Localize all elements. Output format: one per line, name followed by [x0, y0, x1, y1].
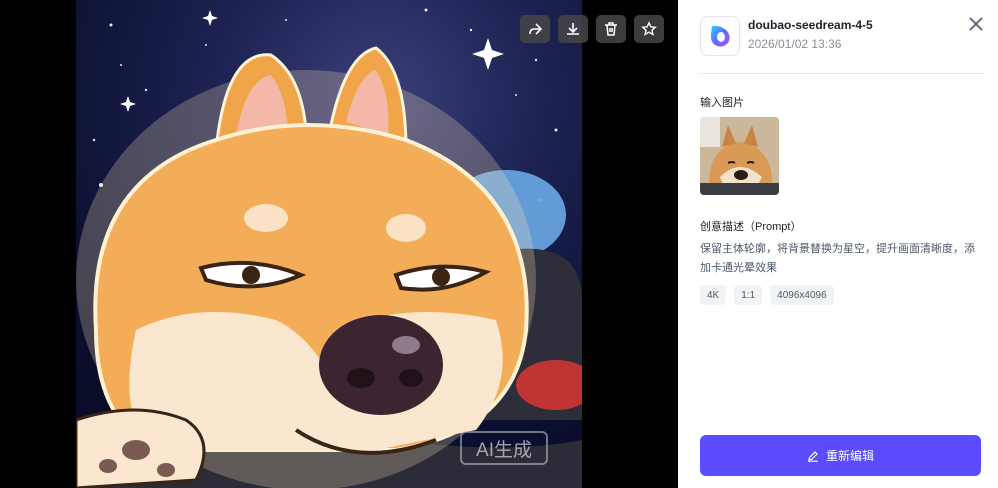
generation-timestamp: 2026/01/02 13:36 — [748, 37, 842, 51]
share-icon — [529, 23, 543, 35]
ai-generated-watermark: AI生成 — [460, 431, 548, 465]
divider — [700, 73, 983, 74]
size-tag: 4096x4096 — [770, 285, 834, 305]
detail-panel: doubao-seedream-4-5 2026/01/02 13:36 输入图… — [678, 0, 998, 488]
delete-icon — [605, 22, 617, 36]
delete-button[interactable] — [596, 15, 626, 43]
shiba-photo — [700, 117, 779, 195]
download-button[interactable] — [558, 15, 588, 43]
input-image-label: 输入图片 — [700, 97, 744, 109]
close-icon — [969, 17, 983, 31]
favorite-button[interactable] — [634, 15, 664, 43]
share-button[interactable] — [520, 15, 550, 43]
re-edit-label: 重新编辑 — [825, 449, 874, 463]
model-name: doubao-seedream-4-5 — [748, 18, 873, 32]
resolution-tag: 4K — [700, 285, 727, 305]
prompt-label: 创意描述（Prompt） — [700, 221, 802, 233]
input-image-thumbnail[interactable] — [700, 117, 779, 195]
generated-image: AI生成 — [76, 0, 582, 488]
star-icon — [641, 21, 657, 36]
image-viewer: AI生成 — [0, 0, 678, 488]
edit-icon — [807, 450, 818, 462]
image-toolbar — [520, 15, 664, 43]
download-icon — [567, 23, 579, 35]
re-edit-button[interactable]: 重新编辑 — [700, 435, 981, 476]
image-detail-view: AI生成 doubao-seedream-4-5 2026/01/02 13:3… — [0, 0, 998, 488]
close-button[interactable] — [966, 14, 986, 34]
prompt-text: 保留主体轮廓，将背景替换为星空，提升画面清晰度，添加卡通光晕效果 — [700, 243, 975, 274]
param-tags: 4K 1:1 4096x4096 — [700, 285, 834, 305]
aspect-ratio-tag: 1:1 — [734, 285, 763, 305]
doubao-logo-icon — [710, 25, 730, 47]
model-logo — [700, 16, 740, 56]
